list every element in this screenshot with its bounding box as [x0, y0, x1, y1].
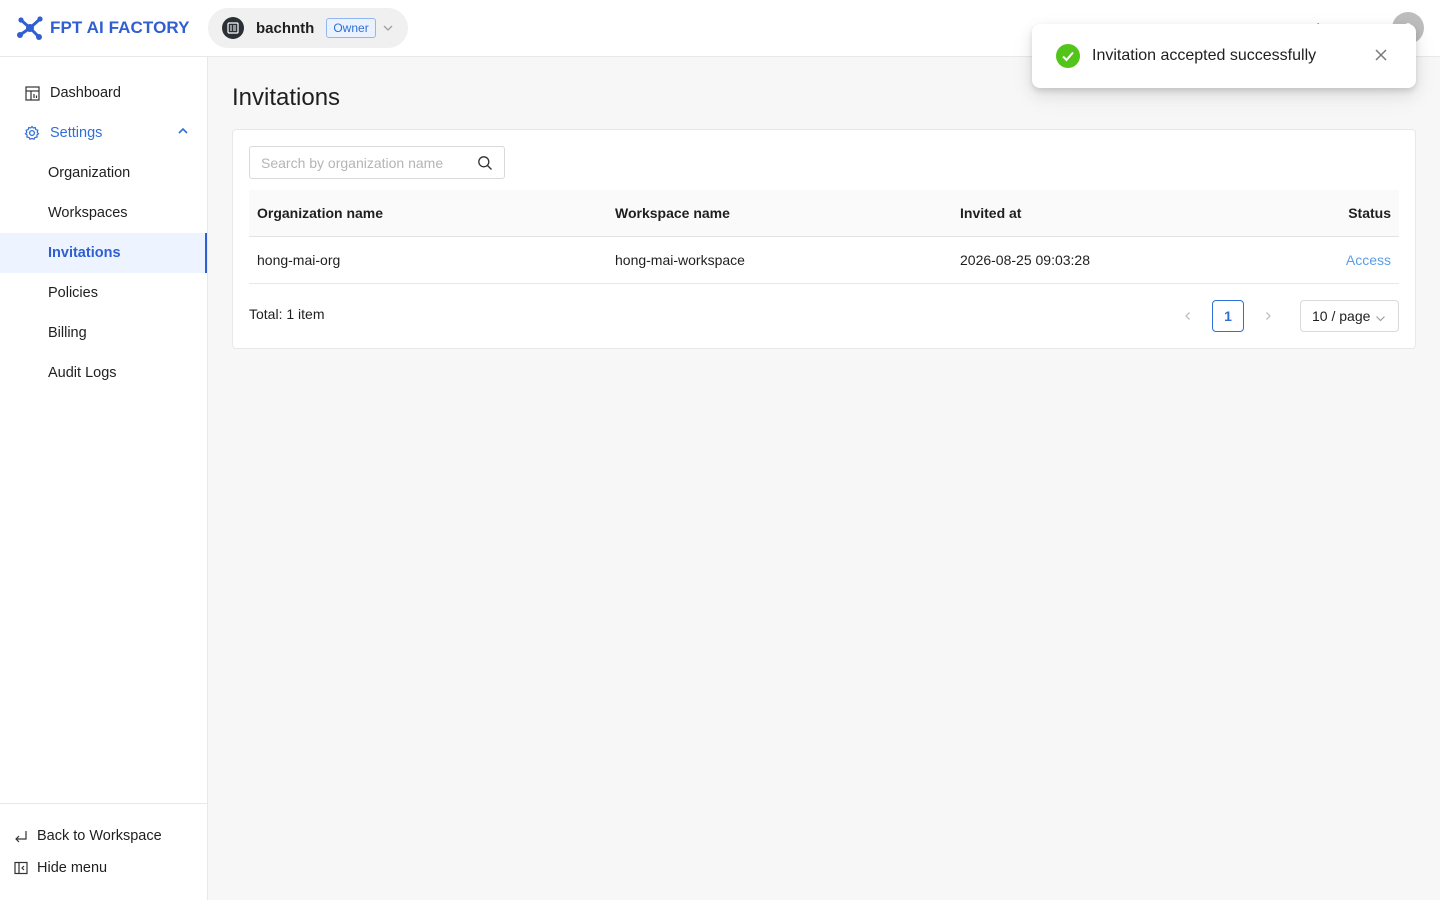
hide-menu-label: Hide menu — [37, 860, 108, 876]
workspace-cell: hong-mai-workspace — [615, 252, 745, 268]
workspace-name: bachnth — [256, 19, 315, 37]
next-page-button[interactable] — [1252, 300, 1284, 332]
gear-icon — [24, 125, 40, 141]
toast-message: Invitation accepted successfully — [1092, 47, 1317, 64]
chevron-down-icon — [1375, 311, 1386, 327]
sidebar-item-policies[interactable]: Policies — [0, 273, 207, 313]
table-row: hong-mai-org hong-mai-workspace 2026-08-… — [249, 237, 1399, 284]
sidebar-item-label: Audit Logs — [48, 365, 117, 381]
sidebar-item-label: Settings — [50, 125, 103, 141]
role-badge: Owner — [326, 18, 376, 38]
sidebar-item-workspaces[interactable]: Workspaces — [0, 193, 207, 233]
total-count: Total: 1 item — [249, 306, 325, 322]
sidebar-item-dashboard[interactable]: Dashboard — [0, 73, 207, 113]
sidebar-item-label: Organization — [48, 165, 131, 181]
sidebar-item-label: Policies — [48, 285, 98, 301]
back-to-workspace-button[interactable]: Back to Workspace — [14, 828, 162, 844]
invitations-card: Organization name Workspace name Invited… — [232, 129, 1416, 349]
fpt-logo-icon — [17, 16, 43, 40]
invitations-table: Organization name Workspace name Invited… — [249, 190, 1399, 284]
sidebar-footer: Back to Workspace Hide menu — [0, 803, 207, 900]
sidebar-item-settings[interactable]: Settings — [0, 113, 207, 153]
organization-cell: hong-mai-org — [257, 252, 341, 268]
access-link[interactable]: Access — [1346, 237, 1391, 283]
pagination: 1 10 / page — [1172, 300, 1399, 332]
table-header: Organization name Workspace name Invited… — [249, 190, 1399, 237]
enter-arrow-icon — [14, 829, 28, 843]
column-header-organization: Organization name — [257, 205, 384, 221]
invited-at-cell: 2026-08-25 09:03:28 — [960, 252, 1090, 268]
search-input[interactable] — [250, 147, 462, 178]
page-number-button[interactable]: 1 — [1212, 300, 1244, 332]
sidebar-item-label: Workspaces — [48, 205, 128, 221]
chevron-down-icon — [382, 22, 394, 34]
sidebar: Dashboard Settings Organization Workspac… — [0, 57, 208, 900]
search-icon[interactable] — [477, 155, 493, 174]
hide-menu-button[interactable]: Hide menu — [14, 860, 107, 876]
page-title: Invitations — [232, 84, 341, 111]
sidebar-item-billing[interactable]: Billing — [0, 313, 207, 353]
sidebar-item-label: Invitations — [48, 245, 121, 261]
chevron-left-icon — [1185, 312, 1190, 320]
sidebar-item-audit-logs[interactable]: Audit Logs — [0, 353, 207, 393]
collapse-menu-icon — [14, 861, 28, 875]
close-icon[interactable] — [1374, 48, 1388, 65]
column-header-workspace: Workspace name — [615, 205, 730, 221]
chevron-right-icon — [1266, 312, 1271, 320]
prev-page-button[interactable] — [1172, 300, 1204, 332]
page-size-value: 10 / page — [1312, 308, 1371, 324]
sidebar-item-label: Dashboard — [50, 85, 121, 101]
back-to-workspace-label: Back to Workspace — [37, 828, 162, 844]
brand-name: FPT AI FACTORY — [50, 18, 190, 37]
dashboard-icon — [24, 85, 40, 101]
workspace-avatar-icon — [222, 17, 244, 39]
brand-logo[interactable]: FPT AI FACTORY — [16, 14, 196, 42]
sidebar-item-organization[interactable]: Organization — [0, 153, 207, 193]
column-header-invited-at: Invited at — [960, 205, 1022, 221]
workspace-switcher[interactable]: bachnth Owner — [208, 8, 408, 48]
sidebar-item-label: Billing — [48, 325, 87, 341]
success-toast: Invitation accepted successfully — [1032, 24, 1416, 88]
chevron-up-icon — [177, 125, 189, 141]
sidebar-item-invitations[interactable]: Invitations — [0, 233, 207, 273]
check-circle-icon — [1056, 44, 1080, 68]
page-size-select[interactable]: 10 / page — [1300, 300, 1399, 332]
search-box — [249, 146, 505, 179]
column-header-status: Status — [1348, 205, 1391, 221]
